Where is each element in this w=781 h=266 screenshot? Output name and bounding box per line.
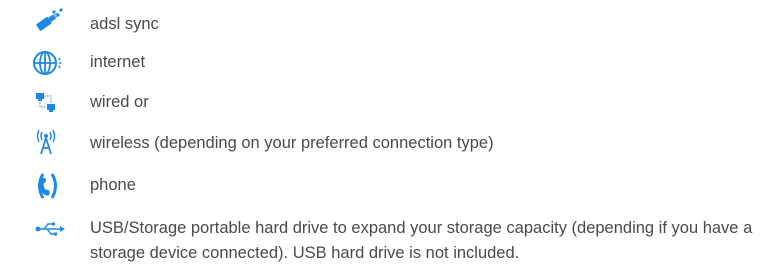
internet-globe-icon: [30, 48, 66, 78]
legend-label: USB/Storage portable hard drive to expan…: [90, 219, 753, 262]
wired-network-icon: [30, 88, 66, 118]
legend-label: wireless (depending on your preferred co…: [90, 134, 494, 152]
wireless-antenna-icon: [30, 128, 66, 158]
legend-label: adsl sync: [90, 15, 159, 33]
legend-label: internet: [90, 53, 146, 71]
usb-icon: [30, 214, 66, 244]
legend-label: wired or: [90, 93, 149, 111]
phone-icon: [30, 171, 66, 201]
legend-label: phone: [90, 176, 136, 194]
adsl-sync-icon: [30, 6, 66, 36]
